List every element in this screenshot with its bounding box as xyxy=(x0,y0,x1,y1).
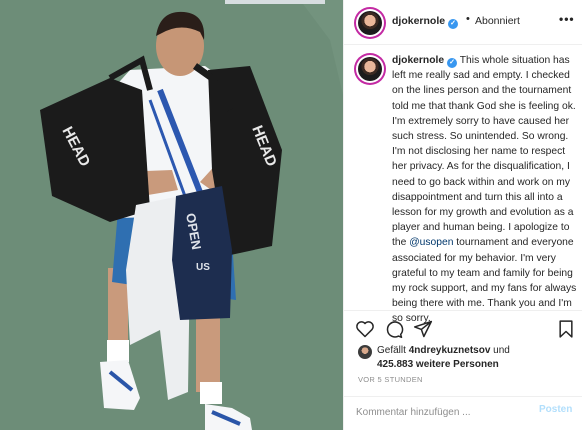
post-actions: Gefällt 4ndreykuznetsov und 425.883 weit… xyxy=(344,310,582,426)
share-icon[interactable] xyxy=(413,319,433,339)
comment-composer: Posten xyxy=(344,396,582,427)
likes-connector: und xyxy=(493,345,510,356)
comment-input[interactable] xyxy=(356,404,526,420)
likes-text: Gefällt 4ndreykuznetsov und 425.883 weit… xyxy=(377,344,577,372)
liker-username[interactable]: 4ndreykuznetsov xyxy=(409,345,491,356)
post-photo[interactable]: HEAD HEAD OPEN US xyxy=(0,0,343,430)
post-comment-button[interactable]: Posten xyxy=(539,404,572,415)
more-options-icon[interactable]: ••• xyxy=(559,12,575,26)
verified-badge-icon: ✓ xyxy=(448,19,459,29)
likes-prefix: Gefällt xyxy=(377,345,406,356)
post-sidebar: djokernole ✓ • Abonniert ••• djokernole ✓ … xyxy=(343,0,582,430)
bookmark-icon[interactable] xyxy=(556,319,576,339)
header-username[interactable]: djokernole ✓ xyxy=(392,15,459,29)
heart-icon[interactable] xyxy=(355,319,375,339)
svg-text:US: US xyxy=(196,262,210,273)
post-header: djokernole ✓ • Abonniert ••• xyxy=(344,0,582,45)
header-separator: • xyxy=(466,13,470,25)
profile-avatar[interactable] xyxy=(356,9,384,37)
tennis-player-photo: HEAD HEAD OPEN US xyxy=(0,0,343,430)
verified-badge-icon: ✓ xyxy=(447,58,458,68)
caption-body-1: This whole situation has left me really … xyxy=(392,55,576,249)
liker-avatar[interactable] xyxy=(358,345,372,359)
post-timestamp[interactable]: VOR 5 STUNDEN xyxy=(358,375,423,384)
mention-link[interactable]: @usopen xyxy=(409,237,453,248)
caption-section: djokernole ✓ This whole situation has lef… xyxy=(344,45,582,324)
comment-icon[interactable] xyxy=(384,319,404,339)
likes-count[interactable]: 425.883 weitere Personen xyxy=(377,359,499,370)
caption-username[interactable]: djokernole ✓ xyxy=(392,55,458,68)
caption-avatar[interactable] xyxy=(356,55,384,83)
follow-button[interactable]: Abonniert xyxy=(475,15,520,27)
caption-text: djokernole ✓ This whole situation has lef… xyxy=(392,53,578,327)
